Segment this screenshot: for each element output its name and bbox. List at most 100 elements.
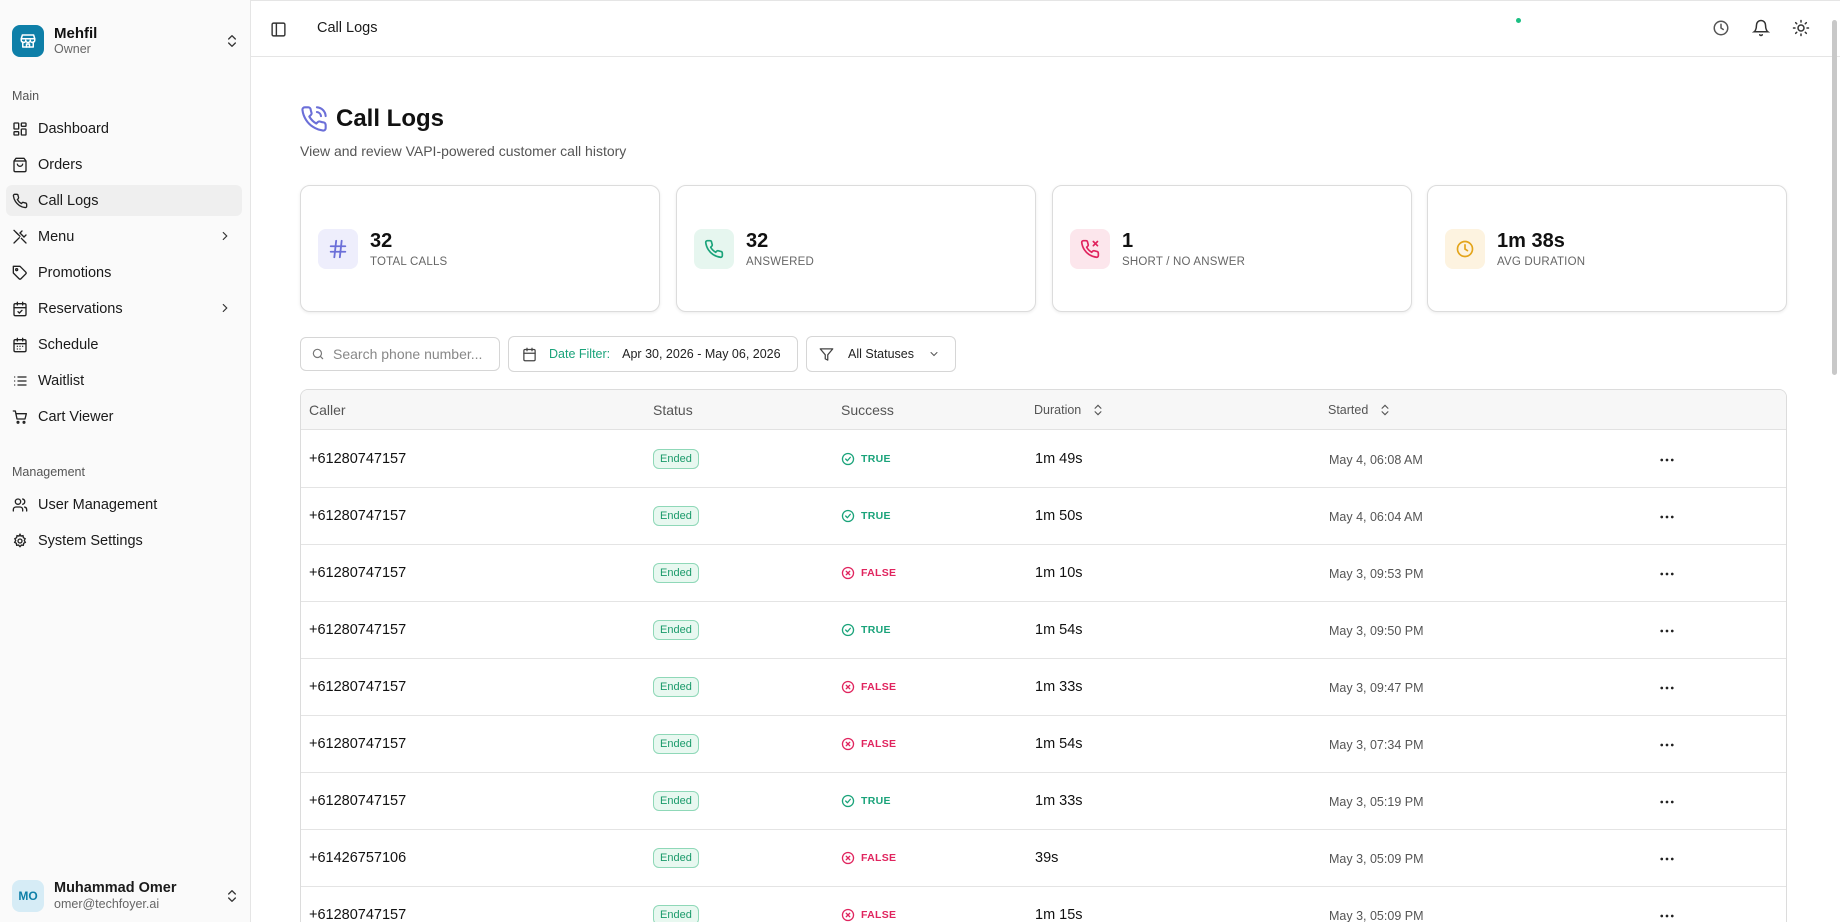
brand-name: Mehfil <box>54 25 98 42</box>
sun-icon[interactable] <box>1792 19 1810 37</box>
call-started: May 3, 09:47 PM <box>1329 681 1424 695</box>
more-horizontal-icon[interactable] <box>1658 679 1676 697</box>
shopping-bag-icon <box>13 157 27 172</box>
more-horizontal-icon[interactable] <box>1658 565 1676 583</box>
call-logs-table: Caller Status Success Duration Started +… <box>300 389 1787 922</box>
caller-phone: +61280747157 <box>309 622 407 638</box>
gear-icon <box>13 532 27 548</box>
success-indicator: FALSE <box>841 851 896 865</box>
sidebar-item-promotions[interactable]: Promotions <box>6 257 242 288</box>
avatar: MO <box>12 880 44 912</box>
column-header-status: Status <box>653 402 693 418</box>
table-row[interactable]: +61280747157 Ended TRUE 1m 50s May 4, 06:04 … <box>301 488 1786 545</box>
sort-icon[interactable] <box>1378 403 1392 417</box>
table-row[interactable]: +61280747157 Ended TRUE 1m 49s May 4, 06:08 … <box>301 431 1786 488</box>
call-duration: 1m 50s <box>1035 508 1083 524</box>
caller-phone: +61426757106 <box>309 850 407 866</box>
sidebar-item-user-management[interactable]: User Management <box>6 489 242 520</box>
sidebar-item-dashboard[interactable]: Dashboard <box>6 113 242 144</box>
caller-phone: +61280747157 <box>309 565 407 581</box>
success-value: FALSE <box>861 738 897 750</box>
success-indicator: TRUE <box>841 452 891 466</box>
search-input[interactable] <box>333 346 493 362</box>
status-badge: Ended <box>653 791 699 811</box>
x-circle-icon <box>841 908 861 922</box>
call-duration: 1m 10s <box>1035 565 1083 581</box>
list-icon <box>14 375 27 386</box>
brand-role: Owner <box>54 42 91 56</box>
table-row[interactable]: +61280747157 Ended TRUE 1m 54s May 3, 09:50 … <box>301 602 1786 659</box>
more-horizontal-icon[interactable] <box>1658 850 1676 868</box>
stat-label: TOTAL CALLS <box>370 256 448 268</box>
call-duration: 1m 15s <box>1035 907 1083 922</box>
column-header-duration[interactable]: Duration <box>1034 403 1105 417</box>
brand-switcher[interactable]: Mehfil Owner <box>12 23 240 59</box>
more-horizontal-icon[interactable] <box>1658 622 1676 640</box>
chevron-right-icon <box>222 231 228 241</box>
stat-value: 1m 38s <box>1497 230 1565 252</box>
status-badge: Ended <box>653 506 699 526</box>
sidebar-toggle-icon[interactable] <box>270 21 287 38</box>
table-row[interactable]: +61280747157 Ended TRUE 1m 33s May 3, 05:19 … <box>301 773 1786 830</box>
sidebar-item-schedule[interactable]: Schedule <box>6 329 242 360</box>
table-row[interactable]: +61280747157 Ended FALSE 1m 54s May 3, 07:34… <box>301 716 1786 773</box>
success-value: TRUE <box>861 453 891 465</box>
stat-label: AVG DURATION <box>1497 256 1586 268</box>
more-horizontal-icon[interactable] <box>1658 736 1676 754</box>
column-header-started[interactable]: Started <box>1328 403 1392 417</box>
caller-phone: +61280747157 <box>309 736 407 752</box>
status-badge: Ended <box>653 677 699 697</box>
tag-icon <box>12 265 27 280</box>
user-menu[interactable]: MO Muhammad Omer omer@techfoyer.ai <box>12 878 240 914</box>
sidebar-item-call-logs[interactable]: Call Logs <box>6 185 242 216</box>
section-label-management: Management <box>12 465 85 479</box>
stat-label: SHORT / NO ANSWER <box>1122 256 1246 268</box>
more-horizontal-icon[interactable] <box>1658 451 1676 469</box>
sidebar-item-system-settings[interactable]: System Settings <box>6 525 242 556</box>
table-row[interactable]: +61426757106 Ended FALSE 39s May 3, 05:09 PM <box>301 830 1786 887</box>
date-filter-button[interactable]: Date Filter: Apr 30, 2026 - May 06, 2026 <box>508 336 798 372</box>
sort-icon[interactable] <box>1091 403 1105 417</box>
table-row[interactable]: +61280747157 Ended FALSE 1m 10s May 3, 09:53… <box>301 545 1786 602</box>
sidebar-item-menu[interactable]: Menu <box>6 221 242 252</box>
status-badge: Ended <box>653 848 699 868</box>
check-circle-icon <box>841 623 861 637</box>
check-circle-icon <box>841 794 861 808</box>
caller-phone: +61280747157 <box>309 451 407 467</box>
stat-card-total-calls: 32 TOTAL CALLS <box>300 185 660 312</box>
sidebar-item-label: Menu <box>38 228 75 245</box>
success-indicator: FALSE <box>841 566 896 580</box>
chevron-right-icon <box>222 303 228 313</box>
more-horizontal-icon[interactable] <box>1658 508 1676 526</box>
more-horizontal-icon[interactable] <box>1658 793 1676 811</box>
hash-icon <box>318 229 358 269</box>
success-value: FALSE <box>861 909 897 921</box>
call-started: May 4, 06:04 AM <box>1329 510 1423 524</box>
success-indicator: TRUE <box>841 794 891 808</box>
stat-value: 32 <box>370 230 393 252</box>
success-value: TRUE <box>861 510 891 522</box>
success-value: TRUE <box>861 795 891 807</box>
sidebar-item-waitlist[interactable]: Waitlist <box>6 365 242 396</box>
search-box[interactable] <box>300 337 500 371</box>
sidebar-item-label: Cart Viewer <box>38 408 114 425</box>
status-badge: Ended <box>653 734 699 754</box>
sidebar-item-orders[interactable]: Orders <box>6 149 242 180</box>
filter-icon <box>819 347 834 361</box>
chevrons-up-down-icon <box>228 890 236 902</box>
scrollbar[interactable] <box>1832 20 1837 375</box>
column-header-caller: Caller <box>309 402 346 418</box>
bell-icon[interactable] <box>1752 19 1770 37</box>
history-icon[interactable] <box>1712 19 1730 37</box>
calendar-icon <box>13 337 27 352</box>
call-started: May 3, 05:19 PM <box>1329 795 1424 809</box>
stat-card-answered: 32 ANSWERED <box>676 185 1036 312</box>
sidebar-item-cart-viewer[interactable]: Cart Viewer <box>6 401 242 432</box>
table-row[interactable]: +61280747157 Ended FALSE 1m 15s May 3, 05:09… <box>301 887 1786 922</box>
more-horizontal-icon[interactable] <box>1658 907 1676 922</box>
sidebar-item-reservations[interactable]: Reservations <box>6 293 242 324</box>
stat-card-avg-duration: 1m 38s AVG DURATION <box>1427 185 1787 312</box>
status-filter-select[interactable]: All Statuses <box>806 336 956 372</box>
table-row[interactable]: +61280747157 Ended FALSE 1m 33s May 3, 09:47… <box>301 659 1786 716</box>
section-label-main: Main <box>12 89 40 103</box>
